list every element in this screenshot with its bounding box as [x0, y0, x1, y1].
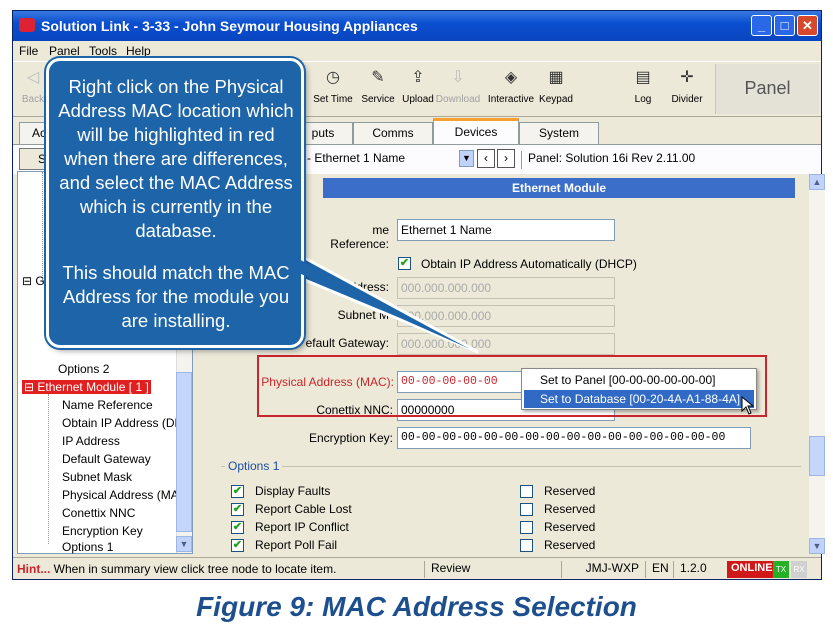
callout-pointer-fill: [293, 256, 470, 349]
figure-caption: Figure 9: MAC Address Selection: [196, 591, 637, 622]
